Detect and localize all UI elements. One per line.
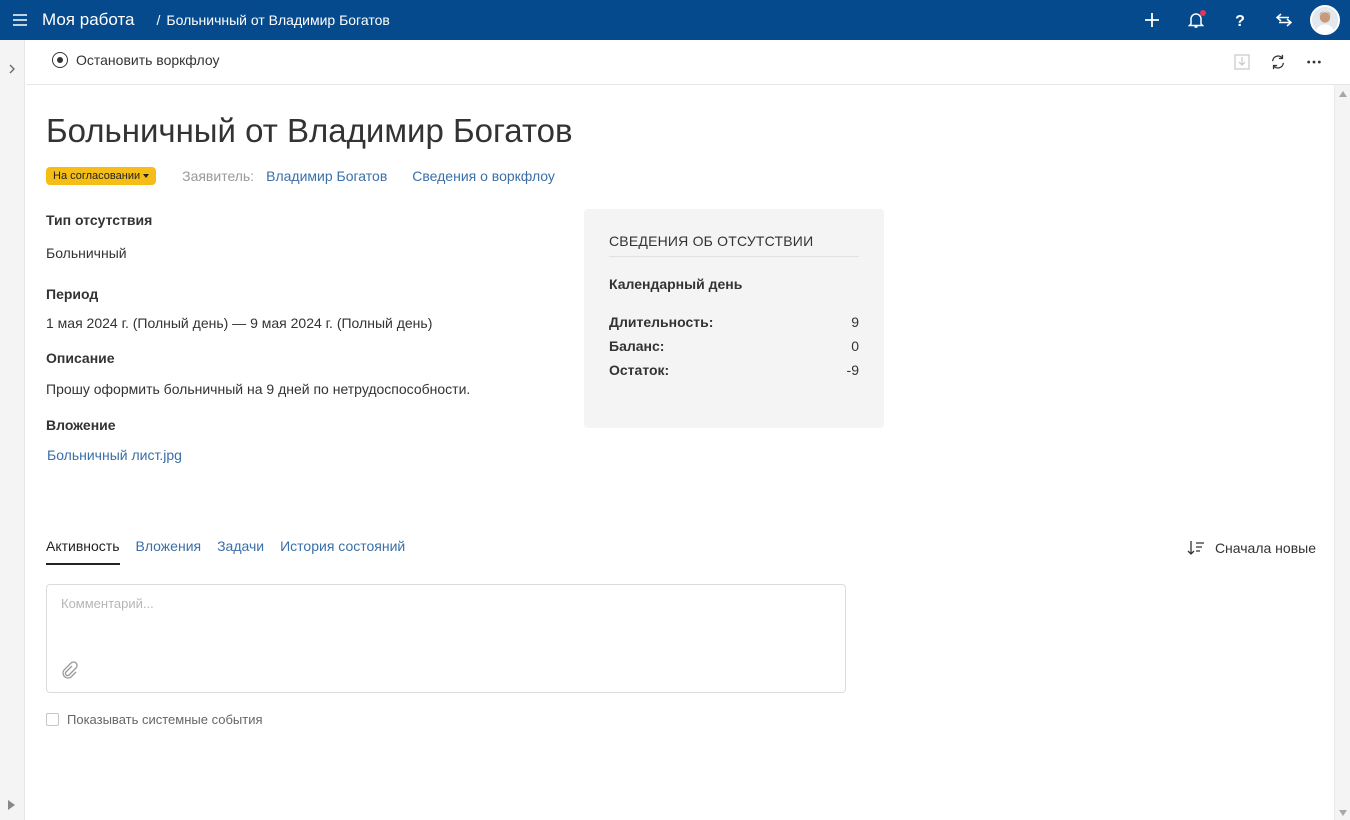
tab-state-history[interactable]: История состояний [280, 538, 405, 565]
sort-icon [1187, 541, 1204, 555]
duration-value: 9 [851, 314, 859, 330]
download-icon[interactable] [1224, 52, 1260, 72]
tab-activity[interactable]: Активность [46, 538, 120, 565]
remainder-value: -9 [846, 362, 859, 378]
absence-type-value: Больничный [46, 245, 127, 261]
applicant-link[interactable]: Владимир Богатов [266, 168, 387, 184]
toolbar: Остановить воркфлоу [26, 40, 1350, 85]
remainder-key: Остаток: [609, 362, 670, 378]
scrollbar[interactable] [1334, 85, 1350, 820]
workflow-info-link[interactable]: Сведения о воркфлоу [412, 168, 555, 184]
left-rail [0, 40, 25, 820]
refresh-icon[interactable] [1260, 52, 1296, 72]
description-label: Описание [46, 350, 115, 366]
stop-workflow-button[interactable]: Остановить воркфлоу [52, 52, 219, 68]
play-icon[interactable] [8, 800, 15, 810]
balance-key: Баланс: [609, 338, 665, 354]
breadcrumb: Больничный от Владимир Богатов [166, 12, 390, 28]
request-meta: На согласовании Заявитель: Владимир Бога… [46, 167, 555, 185]
scroll-up-icon[interactable] [1339, 91, 1347, 97]
comment-placeholder: Комментарий... [61, 596, 154, 611]
tab-tasks[interactable]: Задачи [217, 538, 264, 565]
absence-type-label: Тип отсутствия [46, 212, 153, 228]
checkbox[interactable] [46, 713, 59, 726]
card-subtitle: Календарный день [609, 276, 743, 292]
page-title: Больничный от Владимир Богатов [46, 112, 573, 149]
hamburger-menu-icon[interactable] [0, 0, 40, 40]
switch-arrows-icon[interactable] [1262, 0, 1306, 40]
paperclip-icon[interactable] [60, 661, 78, 679]
app-title[interactable]: Моя работа [42, 10, 135, 30]
description-value: Прошу оформить больничный на 9 дней по н… [46, 381, 471, 397]
period-value: 1 мая 2024 г. (Полный день) — 9 мая 2024… [46, 315, 433, 331]
top-bar: Моя работа / Больничный от Владимир Бога… [0, 0, 1350, 40]
caret-down-icon [143, 174, 150, 178]
bell-icon[interactable] [1174, 0, 1218, 40]
scroll-down-icon[interactable] [1339, 810, 1347, 816]
chevron-right-icon[interactable] [5, 62, 19, 76]
show-system-events-checkbox[interactable]: Показывать системные события [46, 712, 263, 727]
comment-input[interactable]: Комментарий... [46, 584, 846, 693]
card-rows: Длительность: 9 Баланс: 0 Остаток: -9 [609, 314, 859, 378]
card-title: СВЕДЕНИЯ ОБ ОТСУТСТВИИ [609, 233, 859, 257]
show-system-events-label: Показывать системные события [67, 712, 263, 727]
balance-value: 0 [851, 338, 859, 354]
more-icon[interactable] [1296, 52, 1332, 72]
svg-text:?: ? [1235, 13, 1245, 29]
status-badge[interactable]: На согласовании [46, 167, 157, 185]
stop-icon [52, 52, 68, 68]
tab-attachments[interactable]: Вложения [136, 538, 202, 565]
avatar[interactable] [1310, 5, 1340, 35]
stop-workflow-label: Остановить воркфлоу [76, 52, 220, 68]
duration-row: Длительность: 9 [609, 314, 859, 330]
applicant-label: Заявитель: [182, 168, 255, 184]
status-label: На согласовании [53, 170, 141, 182]
remainder-row: Остаток: -9 [609, 362, 859, 378]
tab-bar: Активность Вложения Задачи История состо… [46, 538, 421, 565]
duration-key: Длительность: [609, 314, 714, 330]
balance-row: Баланс: 0 [609, 338, 859, 354]
period-label: Период [46, 286, 99, 302]
sort-label: Сначала новые [1214, 540, 1316, 556]
attachment-file-link[interactable]: Больничный лист.jpg [47, 447, 182, 463]
help-icon[interactable]: ? [1218, 0, 1262, 40]
attachment-label: Вложение [46, 417, 116, 433]
absence-info-card: СВЕДЕНИЯ ОБ ОТСУТСТВИИ Календарный день … [584, 209, 884, 428]
notification-dot [1200, 10, 1206, 16]
add-icon[interactable] [1130, 0, 1174, 40]
sort-button[interactable]: Сначала новые [1187, 540, 1316, 556]
breadcrumb-separator: / [156, 12, 161, 28]
